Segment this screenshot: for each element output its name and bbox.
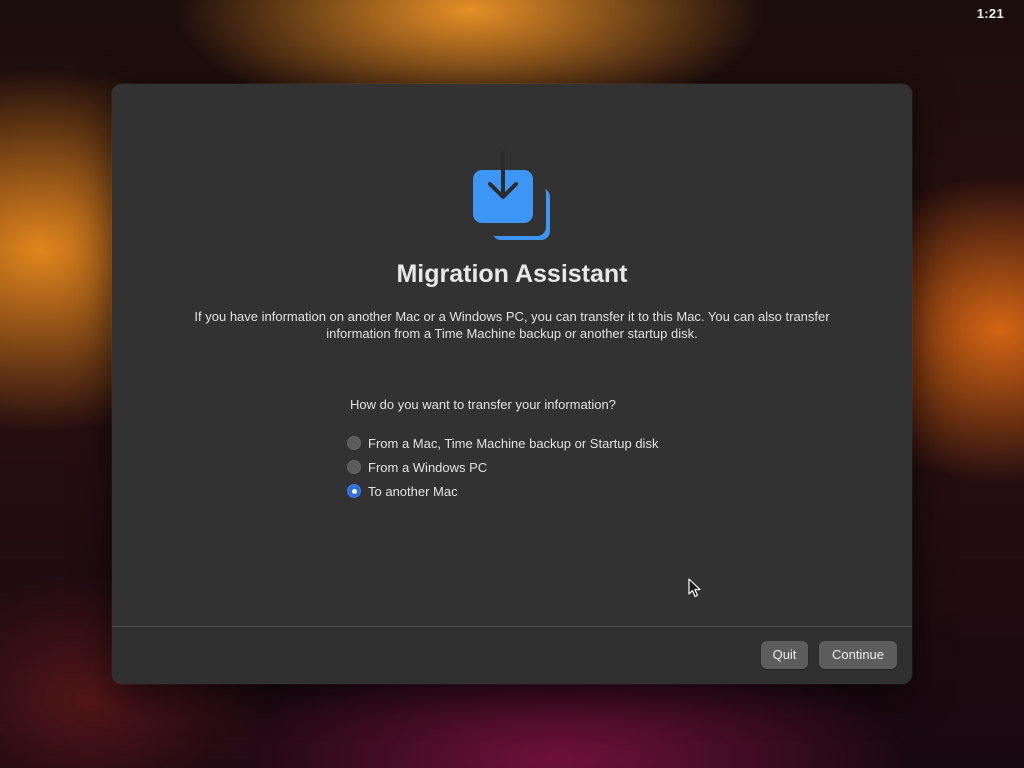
description-text: If you have information on another Mac o… [194, 309, 830, 341]
option-to-another-mac[interactable]: To another Mac [347, 479, 658, 503]
option-label: To another Mac [368, 483, 458, 499]
radio-from-mac[interactable] [347, 436, 361, 450]
radio-from-windows-pc[interactable] [347, 460, 361, 474]
window-footer: Quit Continue [112, 626, 912, 684]
mouse-pointer-icon [688, 578, 701, 598]
transfer-question: How do you want to transfer your informa… [350, 397, 616, 412]
migration-assistant-window: Migration Assistant If you have informat… [112, 84, 912, 684]
option-label: From a Windows PC [368, 459, 488, 475]
continue-button[interactable]: Continue [819, 641, 897, 669]
migration-assistant-icon [473, 150, 550, 240]
transfer-options-group: From a Mac, Time Machine backup or Start… [347, 431, 658, 503]
menu-bar-clock: 1:21 [976, 6, 1004, 21]
option-from-windows-pc[interactable]: From a Windows PC [347, 455, 658, 479]
quit-button[interactable]: Quit [761, 641, 808, 669]
option-from-mac[interactable]: From a Mac, Time Machine backup or Start… [347, 431, 658, 455]
option-label: From a Mac, Time Machine backup or Start… [368, 435, 659, 451]
desktop-background: 1:21 Migration Assistant If you have inf… [0, 0, 1024, 768]
page-title: Migration Assistant [396, 260, 628, 288]
radio-to-another-mac[interactable] [347, 484, 361, 498]
